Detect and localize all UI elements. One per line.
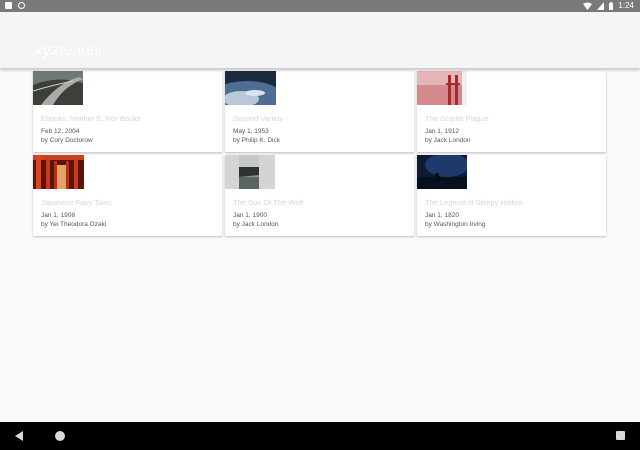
book-author: by Washington Irving bbox=[425, 221, 486, 228]
book-card[interactable]: The Scarlet Plague Jan 1, 1912 by Jack L… bbox=[417, 71, 606, 152]
book-author: by Jack London bbox=[233, 221, 279, 228]
book-date: Jan 1, 1900 bbox=[233, 212, 267, 219]
clock: 1:24 bbox=[618, 1, 634, 10]
book-author: by Jack London bbox=[425, 137, 471, 144]
cell-signal-icon bbox=[597, 2, 605, 10]
app-logo: xyzreader bbox=[34, 42, 104, 59]
app-bar: xyzreader bbox=[0, 12, 640, 68]
book-card[interactable]: The Legend of Sleepy Hollow Jan 1, 1820 … bbox=[417, 155, 606, 236]
book-author: by Philip K. Dick bbox=[233, 137, 280, 144]
book-title: Ebooks, Neither E, Nor Books bbox=[41, 114, 141, 123]
book-title: The Scarlet Plague bbox=[425, 114, 489, 123]
book-date: Jan 1, 1912 bbox=[425, 128, 459, 135]
book-date: May 1, 1953 bbox=[233, 128, 269, 135]
book-title: The Son Of The Wolf bbox=[233, 198, 304, 207]
book-thumbnail bbox=[225, 71, 276, 105]
book-author: by Cory Doctorow bbox=[41, 137, 93, 144]
book-card[interactable]: Ebooks, Neither E, Nor Books Feb 12, 200… bbox=[33, 71, 222, 152]
book-date: Feb 12, 2004 bbox=[41, 128, 80, 135]
book-card[interactable]: The Son Of The Wolf Jan 1, 1900 by Jack … bbox=[225, 155, 414, 236]
back-icon[interactable] bbox=[15, 431, 23, 441]
book-title: The Legend of Sleepy Hollow bbox=[425, 198, 523, 207]
sync-icon bbox=[18, 2, 25, 9]
battery-icon bbox=[609, 2, 614, 10]
book-thumbnail bbox=[33, 155, 84, 189]
book-grid: Ebooks, Neither E, Nor Books Feb 12, 200… bbox=[33, 71, 607, 236]
book-date: Jan 1, 1908 bbox=[41, 212, 75, 219]
book-thumbnail bbox=[33, 71, 83, 105]
book-date: Jan 1, 1820 bbox=[425, 212, 459, 219]
book-author: by Yei Theodora Ozaki bbox=[41, 221, 107, 228]
status-bar: 1:24 bbox=[0, 0, 640, 12]
book-thumbnail bbox=[417, 71, 467, 105]
wifi-icon bbox=[583, 2, 593, 10]
book-thumbnail bbox=[225, 155, 275, 189]
book-thumbnail bbox=[417, 155, 467, 189]
book-card[interactable]: Japanese Fairy Tales Jan 1, 1908 by Yei … bbox=[33, 155, 222, 236]
navigation-bar bbox=[0, 422, 640, 450]
recents-icon[interactable] bbox=[616, 431, 625, 440]
book-title: Japanese Fairy Tales bbox=[41, 198, 112, 207]
home-icon[interactable] bbox=[55, 431, 65, 441]
book-title: Second Variety bbox=[233, 114, 284, 123]
book-card[interactable]: Second Variety May 1, 1953 by Philip K. … bbox=[225, 71, 414, 152]
notification-icon bbox=[5, 2, 12, 9]
